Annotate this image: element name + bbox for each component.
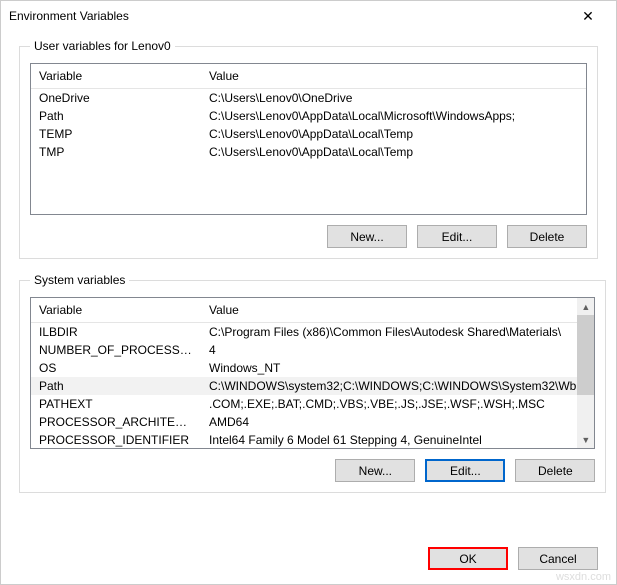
column-header-value[interactable]: Value — [201, 64, 586, 88]
variable-value-cell: C:\WINDOWS\system32;C:\WINDOWS;C:\WINDOW… — [201, 377, 594, 395]
window-title: Environment Variables — [9, 9, 568, 23]
variable-value-cell: C:\Users\Lenov0\AppData\Local\Temp — [201, 125, 586, 143]
close-icon[interactable]: ✕ — [568, 1, 608, 31]
table-row[interactable]: OSWindows_NT — [31, 359, 594, 377]
system-new-button[interactable]: New... — [335, 459, 415, 482]
table-row[interactable]: PROCESSOR_IDENTIFIERIntel64 Family 6 Mod… — [31, 431, 594, 449]
variable-value-cell: C:\Program Files (x86)\Common Files\Auto… — [201, 323, 594, 341]
table-row[interactable]: OneDriveC:\Users\Lenov0\OneDrive — [31, 89, 586, 107]
variable-value-cell: 4 — [201, 341, 594, 359]
variable-name-cell: Path — [31, 377, 201, 395]
variable-value-cell: Windows_NT — [201, 359, 594, 377]
variable-name-cell: PROCESSOR_ARCHITECTURE — [31, 413, 201, 431]
scrollbar-vertical[interactable]: ▲ ▼ — [577, 298, 594, 448]
column-header-variable[interactable]: Variable — [31, 298, 201, 322]
environment-variables-dialog: Environment Variables ✕ User variables f… — [0, 0, 617, 585]
scroll-up-icon[interactable]: ▲ — [577, 298, 594, 315]
column-header-value[interactable]: Value — [201, 298, 594, 322]
user-list-header: Variable Value — [31, 64, 586, 89]
user-variables-list[interactable]: Variable Value OneDriveC:\Users\Lenov0\O… — [30, 63, 587, 215]
user-variables-legend: User variables for Lenov0 — [30, 39, 175, 53]
variable-name-cell: OneDrive — [31, 89, 201, 107]
cancel-button[interactable]: Cancel — [518, 547, 598, 570]
system-edit-button[interactable]: Edit... — [425, 459, 505, 482]
variable-name-cell: TMP — [31, 143, 201, 161]
system-buttons-row: New... Edit... Delete — [30, 459, 595, 482]
user-edit-button[interactable]: Edit... — [417, 225, 497, 248]
variable-value-cell: AMD64 — [201, 413, 594, 431]
variable-value-cell: C:\Users\Lenov0\AppData\Local\Microsoft\… — [201, 107, 586, 125]
user-new-button[interactable]: New... — [327, 225, 407, 248]
variable-name-cell: NUMBER_OF_PROCESSORS — [31, 341, 201, 359]
table-row[interactable]: NUMBER_OF_PROCESSORS4 — [31, 341, 594, 359]
variable-value-cell: Intel64 Family 6 Model 61 Stepping 4, Ge… — [201, 431, 594, 449]
column-header-variable[interactable]: Variable — [31, 64, 201, 88]
scroll-thumb[interactable] — [577, 315, 594, 395]
system-variables-list[interactable]: Variable Value ILBDIRC:\Program Files (x… — [30, 297, 595, 449]
variable-name-cell: PROCESSOR_IDENTIFIER — [31, 431, 201, 449]
variable-name-cell: OS — [31, 359, 201, 377]
system-list-header: Variable Value — [31, 298, 594, 323]
table-row[interactable]: PROCESSOR_ARCHITECTUREAMD64 — [31, 413, 594, 431]
variable-name-cell: Path — [31, 107, 201, 125]
variable-value-cell: C:\Users\Lenov0\OneDrive — [201, 89, 586, 107]
table-row[interactable]: ILBDIRC:\Program Files (x86)\Common File… — [31, 323, 594, 341]
table-row[interactable]: TMPC:\Users\Lenov0\AppData\Local\Temp — [31, 143, 586, 161]
user-buttons-row: New... Edit... Delete — [30, 225, 587, 248]
table-row[interactable]: TEMPC:\Users\Lenov0\AppData\Local\Temp — [31, 125, 586, 143]
table-row[interactable]: PATHEXT.COM;.EXE;.BAT;.CMD;.VBS;.VBE;.JS… — [31, 395, 594, 413]
content-area: User variables for Lenov0 Variable Value… — [1, 31, 616, 547]
scroll-down-icon[interactable]: ▼ — [577, 431, 594, 448]
scroll-track[interactable] — [577, 315, 594, 431]
system-variables-group: System variables Variable Value ILBDIRC:… — [19, 273, 606, 493]
watermark-text: wsxdn.com — [556, 571, 611, 583]
variable-name-cell: TEMP — [31, 125, 201, 143]
system-delete-button[interactable]: Delete — [515, 459, 595, 482]
dialog-button-row: OK Cancel — [1, 547, 616, 584]
variable-value-cell: C:\Users\Lenov0\AppData\Local\Temp — [201, 143, 586, 161]
user-delete-button[interactable]: Delete — [507, 225, 587, 248]
variable-name-cell: PATHEXT — [31, 395, 201, 413]
variable-value-cell: .COM;.EXE;.BAT;.CMD;.VBS;.VBE;.JS;.JSE;.… — [201, 395, 594, 413]
titlebar: Environment Variables ✕ — [1, 1, 616, 31]
table-row[interactable]: PathC:\Users\Lenov0\AppData\Local\Micros… — [31, 107, 586, 125]
user-variables-group: User variables for Lenov0 Variable Value… — [19, 39, 598, 259]
system-variables-legend: System variables — [30, 273, 129, 287]
ok-button[interactable]: OK — [428, 547, 508, 570]
table-row[interactable]: PathC:\WINDOWS\system32;C:\WINDOWS;C:\WI… — [31, 377, 594, 395]
variable-name-cell: ILBDIR — [31, 323, 201, 341]
